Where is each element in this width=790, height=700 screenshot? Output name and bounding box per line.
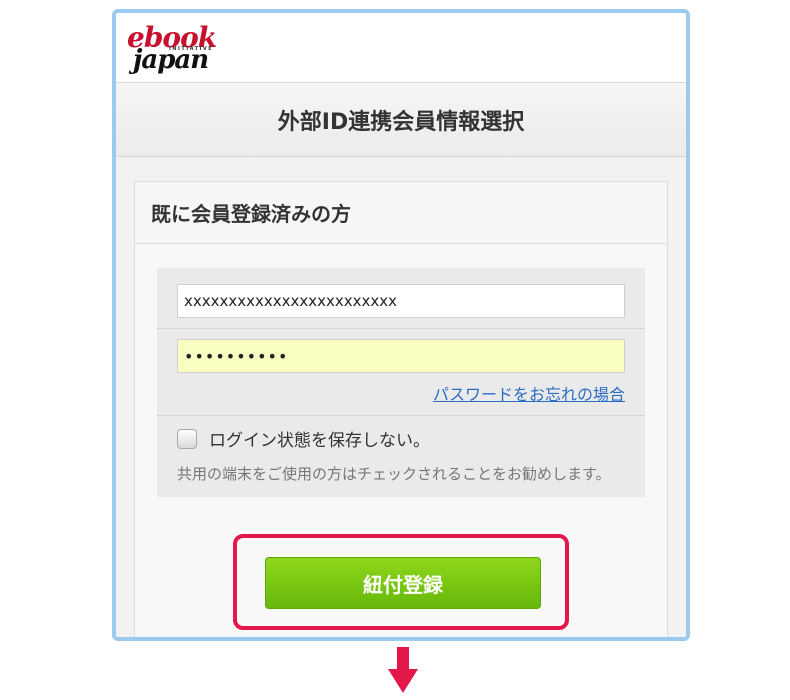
user-id-input[interactable] xyxy=(177,284,625,318)
highlight-box: 紐付登録 xyxy=(233,534,569,630)
page-title: 外部ID連携会員情報選択 xyxy=(277,109,525,135)
link-register-button[interactable]: 紐付登録 xyxy=(265,557,541,609)
section-title: 既に会員登録済みの方 xyxy=(151,202,351,226)
login-form: パスワードをお忘れの場合 ログイン状態を保存しない。 共用の端末をご使用の方はチ… xyxy=(157,268,645,497)
card-header: 既に会員登録済みの方 xyxy=(135,182,667,244)
forgot-password-link[interactable]: パスワードをお忘れの場合 xyxy=(177,381,625,405)
shared-device-note: 共用の端末をご使用の方はチェックされることをお勧めします。 xyxy=(177,465,611,483)
remember-label: ログイン状態を保存しない。 xyxy=(209,431,430,451)
remember-option[interactable]: ログイン状態を保存しない。 xyxy=(177,426,625,451)
divider xyxy=(157,328,645,329)
down-arrow-icon xyxy=(388,647,418,693)
title-bar: 外部ID連携会員情報選択 xyxy=(116,83,686,157)
ebookjapan-logo[interactable]: ebook INITIATIVE japan xyxy=(127,24,239,74)
logo-japan: japan xyxy=(133,45,209,75)
header-logo-bar: ebook INITIATIVE japan xyxy=(116,13,686,83)
password-input[interactable] xyxy=(177,339,625,373)
remember-checkbox[interactable] xyxy=(177,428,197,449)
divider xyxy=(157,415,645,416)
